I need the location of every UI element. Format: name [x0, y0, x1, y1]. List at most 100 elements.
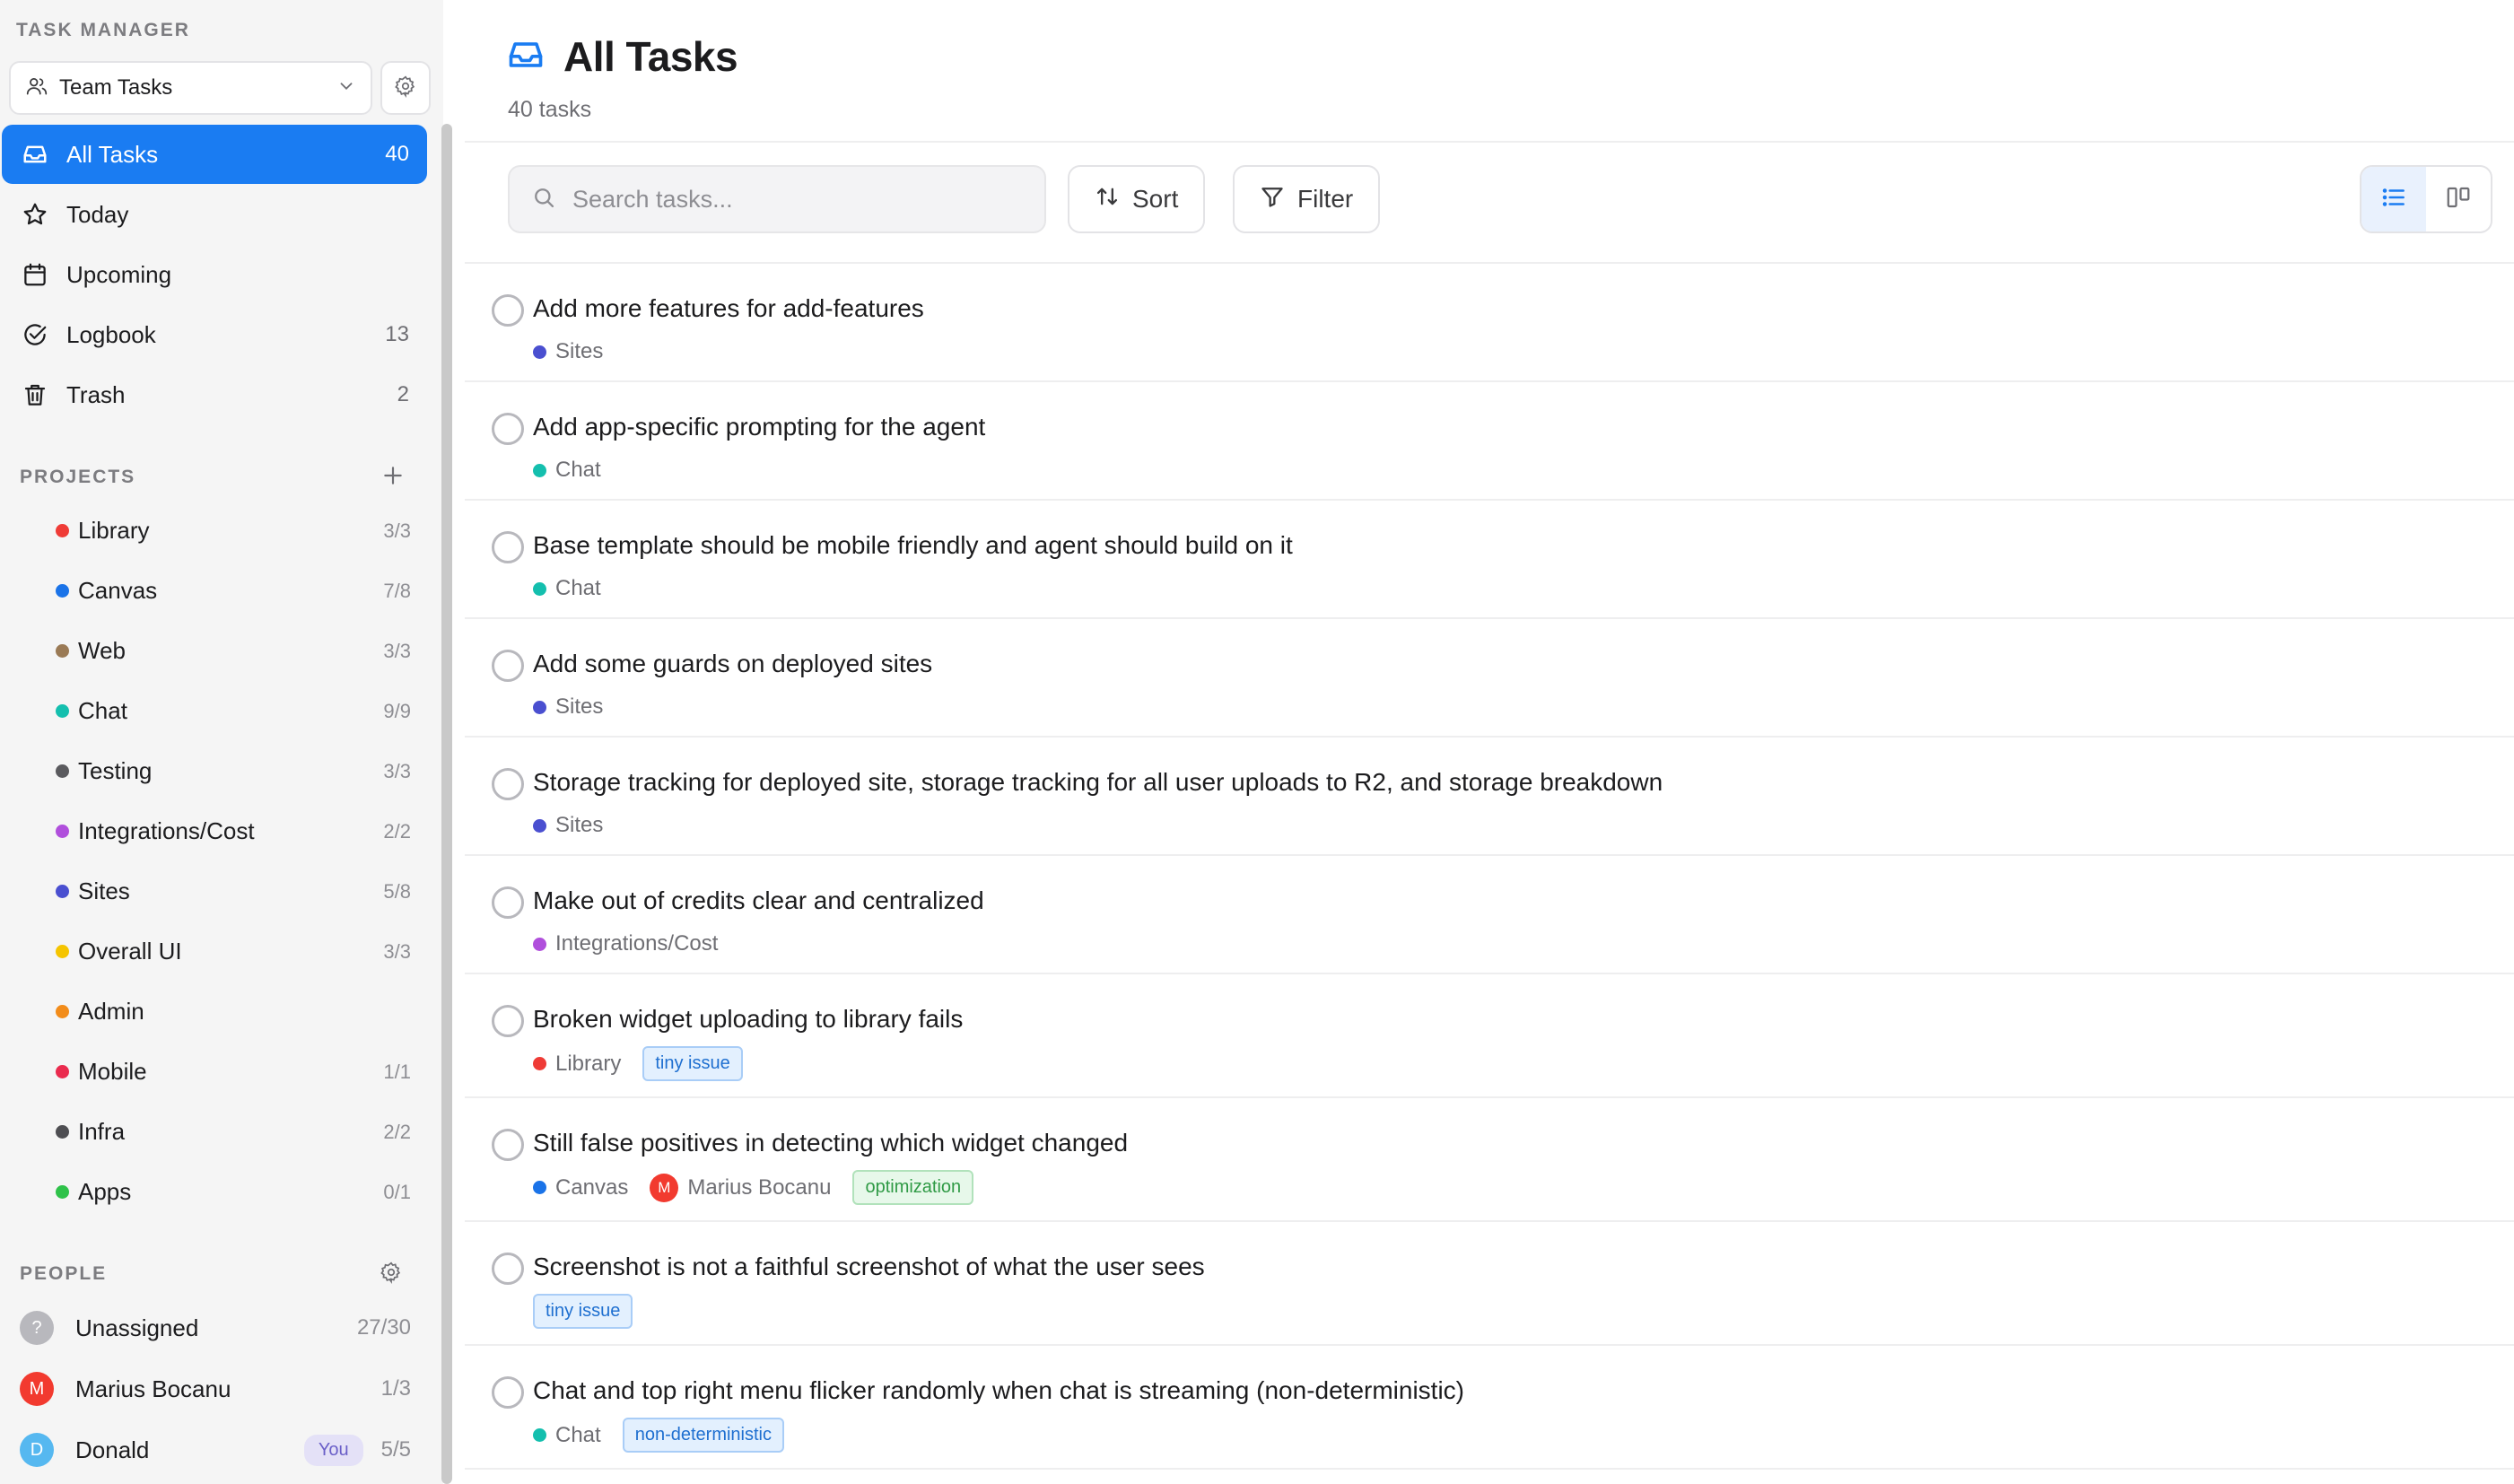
project-item-testing[interactable]: Testing 3/3 [0, 741, 431, 801]
view-toggle [2360, 165, 2492, 233]
task-row[interactable]: Add more features for add-features Sites [465, 264, 2514, 382]
task-project[interactable]: Sites [533, 813, 603, 838]
task-checkbox[interactable] [492, 650, 524, 682]
project-item-apps[interactable]: Apps 0/1 [0, 1162, 431, 1222]
project-item-web[interactable]: Web 3/3 [0, 621, 431, 681]
sort-icon [1095, 184, 1120, 215]
task-assignee[interactable]: M Marius Bocanu [650, 1173, 831, 1202]
task-tag[interactable]: optimization [852, 1170, 974, 1205]
task-row[interactable]: Base template should be mobile friendly … [465, 501, 2514, 619]
task-title[interactable]: Base template should be mobile friendly … [533, 531, 1293, 560]
page-title: All Tasks [563, 33, 738, 80]
task-row[interactable]: Add some guards on deployed sites Sites [465, 619, 2514, 738]
project-item-integrations-cost[interactable]: Integrations/Cost 2/2 [0, 801, 431, 861]
task-title[interactable]: Add some guards on deployed sites [533, 650, 932, 678]
search-box[interactable] [508, 165, 1046, 233]
workspace-settings-button[interactable] [380, 61, 431, 115]
task-checkbox[interactable] [492, 531, 524, 563]
task-title[interactable]: Add app-specific prompting for the agent [533, 413, 985, 441]
person-item-donald[interactable]: D Donald You 5/5 [0, 1419, 431, 1480]
project-item-mobile[interactable]: Mobile 1/1 [0, 1042, 431, 1102]
gear-icon [380, 1261, 403, 1288]
task-project[interactable]: Sites [533, 694, 603, 720]
task-title[interactable]: Chat and top right menu flicker randomly… [533, 1376, 1464, 1405]
task-checkbox[interactable] [492, 1129, 524, 1161]
task-checkbox[interactable] [492, 886, 524, 919]
nav-item-trash[interactable]: Trash 2 [2, 365, 427, 424]
task-project[interactable]: Chat [533, 458, 601, 483]
task-row[interactable]: Still false positives in detecting which… [465, 1098, 2514, 1222]
workspace-selector[interactable]: Team Tasks [9, 61, 372, 115]
people-settings-button[interactable] [373, 1256, 409, 1292]
project-name: Admin [78, 998, 144, 1025]
nav-item-all-tasks[interactable]: All Tasks 40 [2, 125, 427, 184]
nav-item-today[interactable]: Today [2, 185, 427, 244]
board-view-button[interactable] [2426, 167, 2491, 231]
task-title[interactable]: Add more features for add-features [533, 294, 924, 323]
project-item-chat[interactable]: Chat 9/9 [0, 681, 431, 741]
project-item-canvas[interactable]: Canvas 7/8 [0, 561, 431, 621]
project-name: Sites [78, 877, 130, 904]
main-panel: All Tasks 40 tasks Sort Filter [454, 0, 2514, 1484]
task-row[interactable]: Storage tracking for deployed site, stor… [465, 738, 2514, 856]
add-project-button[interactable] [375, 459, 411, 495]
task-checkbox[interactable] [492, 1376, 524, 1409]
project-count: 3/3 [383, 639, 411, 662]
task-project[interactable]: Canvas [533, 1175, 628, 1200]
people-header: PEOPLE [20, 1263, 108, 1284]
task-checkbox[interactable] [492, 768, 524, 800]
person-item-unassigned[interactable]: ? Unassigned 27/30 [0, 1297, 431, 1358]
project-item-library[interactable]: Library 3/3 [0, 501, 431, 561]
person-item-marius-bocanu[interactable]: M Marius Bocanu 1/3 [0, 1358, 431, 1419]
task-row[interactable]: Screenshot is not a faithful screenshot … [465, 1222, 2514, 1346]
search-input[interactable] [572, 185, 1021, 214]
task-project[interactable]: Integrations/Cost [533, 931, 718, 956]
task-checkbox[interactable] [492, 1253, 524, 1285]
task-row[interactable]: Chat and top right menu flicker randomly… [465, 1346, 2514, 1470]
task-row[interactable]: Add app-specific prompting for the agent… [465, 382, 2514, 501]
project-name: Canvas [78, 577, 158, 604]
search-icon [531, 185, 556, 214]
task-project-label: Sites [555, 694, 604, 719]
project-color-dot [56, 1185, 69, 1199]
task-tag[interactable]: tiny issue [533, 1294, 633, 1329]
task-row[interactable]: Make out of credits clear and centralize… [465, 856, 2514, 974]
project-item-admin[interactable]: Admin [0, 982, 431, 1042]
task-checkbox[interactable] [492, 1005, 524, 1037]
list-view-button[interactable] [2361, 167, 2426, 231]
sort-button[interactable]: Sort [1068, 165, 1206, 233]
project-item-infra[interactable]: Infra 2/2 [0, 1102, 431, 1162]
project-color-dot [56, 644, 69, 658]
task-checkbox[interactable] [492, 413, 524, 445]
trash-icon [20, 380, 50, 410]
sidebar-scrollbar[interactable] [441, 124, 452, 1484]
filter-button[interactable]: Filter [1233, 165, 1381, 233]
nav-item-logbook[interactable]: Logbook 13 [2, 305, 427, 364]
task-project[interactable]: Library [533, 1052, 621, 1077]
project-item-sites[interactable]: Sites 5/8 [0, 861, 431, 921]
person-name: Donald [75, 1436, 150, 1463]
divider [465, 141, 2514, 143]
task-project[interactable]: Chat [533, 1423, 601, 1448]
task-title[interactable]: Storage tracking for deployed site, stor… [533, 768, 1663, 797]
project-color-dot [533, 1057, 546, 1070]
project-count: 1/1 [383, 1060, 411, 1083]
task-checkbox[interactable] [492, 294, 524, 327]
project-color-dot [533, 937, 546, 951]
task-title[interactable]: Still false positives in detecting which… [533, 1129, 1128, 1157]
nav-item-count: 40 [385, 142, 409, 166]
task-title[interactable]: Make out of credits clear and centralize… [533, 886, 984, 915]
task-tag[interactable]: tiny issue [642, 1046, 743, 1081]
task-project[interactable]: Chat [533, 576, 601, 601]
plus-icon [381, 464, 405, 492]
task-row[interactable]: Broken widget uploading to library fails… [465, 974, 2514, 1098]
task-title[interactable]: Screenshot is not a faithful screenshot … [533, 1253, 1205, 1281]
task-tag[interactable]: non-deterministic [622, 1418, 784, 1453]
calendar-icon [20, 259, 50, 290]
task-project[interactable]: Sites [533, 339, 603, 364]
nav-item-upcoming[interactable]: Upcoming [2, 245, 427, 304]
project-color-dot [533, 463, 546, 477]
task-title[interactable]: Broken widget uploading to library fails [533, 1005, 963, 1034]
project-name: Overall UI [78, 938, 182, 965]
project-item-overall-ui[interactable]: Overall UI 3/3 [0, 921, 431, 982]
